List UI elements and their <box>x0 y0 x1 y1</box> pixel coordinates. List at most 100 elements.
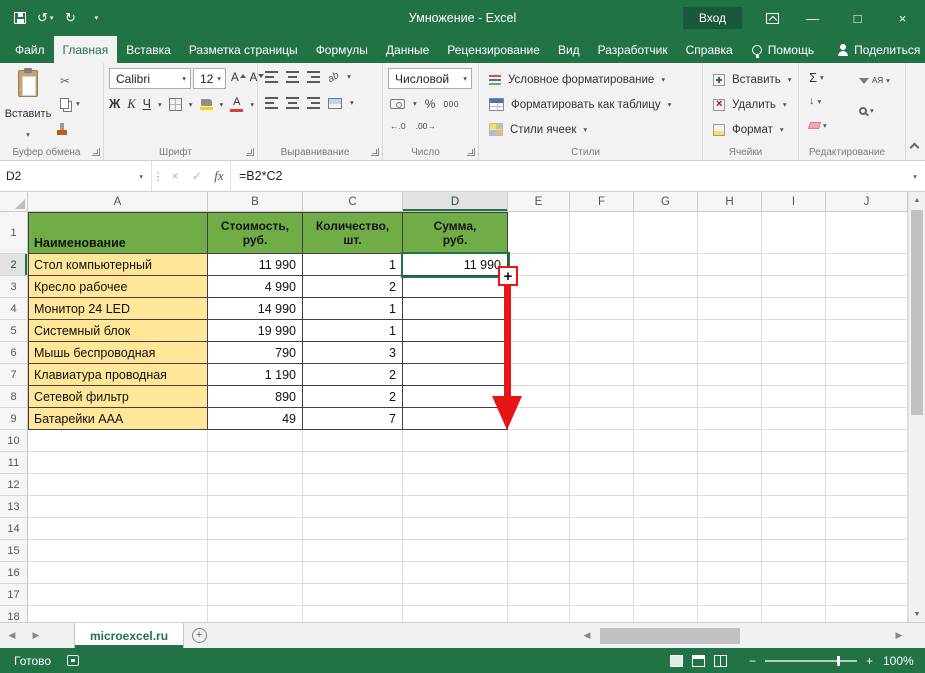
bold-button[interactable]: Ж <box>109 98 120 111</box>
cell-C1[interactable]: Количество, шт. <box>303 212 403 254</box>
cell-D14[interactable] <box>403 518 508 540</box>
number-dialog-launcher[interactable] <box>467 148 475 156</box>
cell-B4[interactable]: 14 990 <box>208 298 303 320</box>
row-header-1[interactable]: 1 <box>0 212 28 254</box>
cell-A6[interactable]: Мышь беспроводная <box>28 342 208 364</box>
close-button[interactable]: × <box>880 0 925 36</box>
cell-E1[interactable] <box>508 212 570 254</box>
column-header-J[interactable]: J <box>826 192 908 212</box>
cell-B16[interactable] <box>208 562 303 584</box>
cell-G12[interactable] <box>634 474 698 496</box>
cell-A4[interactable]: Монитор 24 LED <box>28 298 208 320</box>
cell-J11[interactable] <box>826 452 908 474</box>
cell-I2[interactable] <box>762 254 826 276</box>
paste-button[interactable]: Вставить ▾ <box>5 67 51 141</box>
cell-E18[interactable] <box>508 606 570 622</box>
cell-A8[interactable]: Сетевой фильтр <box>28 386 208 408</box>
cell-G17[interactable] <box>634 584 698 606</box>
cell-A3[interactable]: Кресло рабочее <box>28 276 208 298</box>
save-button[interactable] <box>12 7 28 29</box>
cell-D17[interactable] <box>403 584 508 606</box>
cell-F10[interactable] <box>570 430 634 452</box>
tab-вид[interactable]: Вид <box>549 36 589 63</box>
cell-I9[interactable] <box>762 408 826 430</box>
tab-рецензирование[interactable]: Рецензирование <box>438 36 549 63</box>
column-header-H[interactable]: H <box>698 192 762 212</box>
zoom-out-button[interactable]: − <box>749 654 756 668</box>
font-color-button[interactable]: А <box>230 97 243 112</box>
cell-B12[interactable] <box>208 474 303 496</box>
undo-button[interactable]: ↺▾ <box>37 7 53 29</box>
cell-D7[interactable] <box>403 364 508 386</box>
cell-A17[interactable] <box>28 584 208 606</box>
cell-I16[interactable] <box>762 562 826 584</box>
worksheet-grid[interactable]: ABCDEFGHIJ1НаименованиеСтоимость, руб.Ко… <box>0 192 908 622</box>
formula-input[interactable]: =B2*C2 <box>230 161 905 191</box>
font-size-combo[interactable]: 12▾ <box>193 68 226 89</box>
fill-button[interactable]: ↓▾ <box>807 93 829 110</box>
cell-I11[interactable] <box>762 452 826 474</box>
cell-J12[interactable] <box>826 474 908 496</box>
cell-G4[interactable] <box>634 298 698 320</box>
cell-G10[interactable] <box>634 430 698 452</box>
cell-C6[interactable]: 3 <box>303 342 403 364</box>
cell-D2[interactable]: 11 990 <box>403 254 508 276</box>
sheet-nav-right-button[interactable]: ▶ <box>24 623 48 648</box>
row-header-5[interactable]: 5 <box>0 320 28 342</box>
formula-bar-expand-button[interactable]: ▾ <box>905 161 925 191</box>
cell-E6[interactable] <box>508 342 570 364</box>
cell-B5[interactable]: 19 990 <box>208 320 303 342</box>
cell-D3[interactable] <box>403 276 508 298</box>
share-button[interactable]: Поделиться <box>824 36 925 63</box>
cell-H10[interactable] <box>698 430 762 452</box>
cell-C3[interactable]: 2 <box>303 276 403 298</box>
cell-A12[interactable] <box>28 474 208 496</box>
cell-C9[interactable]: 7 <box>303 408 403 430</box>
cell-C13[interactable] <box>303 496 403 518</box>
cell-G14[interactable] <box>634 518 698 540</box>
page-break-view-button[interactable] <box>714 655 727 667</box>
cell-F12[interactable] <box>570 474 634 496</box>
cell-G3[interactable] <box>634 276 698 298</box>
cell-F14[interactable] <box>570 518 634 540</box>
cell-E14[interactable] <box>508 518 570 540</box>
cell-J10[interactable] <box>826 430 908 452</box>
clipboard-dialog-launcher[interactable] <box>92 148 100 156</box>
cell-H6[interactable] <box>698 342 762 364</box>
cell-J16[interactable] <box>826 562 908 584</box>
cell-B1[interactable]: Стоимость, руб. <box>208 212 303 254</box>
font-dialog-launcher[interactable] <box>246 148 254 156</box>
format-painter-button[interactable] <box>58 118 82 135</box>
row-header-12[interactable]: 12 <box>0 474 28 496</box>
cell-H2[interactable] <box>698 254 762 276</box>
cell-G2[interactable] <box>634 254 698 276</box>
new-sheet-button[interactable]: + <box>184 623 214 648</box>
cell-G11[interactable] <box>634 452 698 474</box>
cell-C12[interactable] <box>303 474 403 496</box>
cell-C17[interactable] <box>303 584 403 606</box>
fill-color-button[interactable] <box>200 99 213 110</box>
tab-файл[interactable]: Файл <box>6 36 54 63</box>
cell-D1[interactable]: Сумма, руб. <box>403 212 508 254</box>
vscroll-down-button[interactable]: ▼ <box>909 606 925 622</box>
cell-A10[interactable] <box>28 430 208 452</box>
cell-J4[interactable] <box>826 298 908 320</box>
cell-I5[interactable] <box>762 320 826 342</box>
underline-button[interactable]: Ч <box>143 98 151 111</box>
row-header-3[interactable]: 3 <box>0 276 28 298</box>
cell-J15[interactable] <box>826 540 908 562</box>
cell-G1[interactable] <box>634 212 698 254</box>
cell-styles-button[interactable]: Стили ячеек▾ <box>484 117 676 142</box>
cell-E10[interactable] <box>508 430 570 452</box>
cell-J17[interactable] <box>826 584 908 606</box>
cell-A11[interactable] <box>28 452 208 474</box>
cell-F15[interactable] <box>570 540 634 562</box>
zoom-slider-thumb[interactable] <box>837 656 840 666</box>
cell-J9[interactable] <box>826 408 908 430</box>
select-all-button[interactable] <box>0 192 28 212</box>
row-header-8[interactable]: 8 <box>0 386 28 408</box>
cell-B3[interactable]: 4 990 <box>208 276 303 298</box>
font-name-combo[interactable]: Calibri▾ <box>109 68 191 89</box>
cell-F4[interactable] <box>570 298 634 320</box>
italic-button[interactable]: К <box>127 98 135 111</box>
